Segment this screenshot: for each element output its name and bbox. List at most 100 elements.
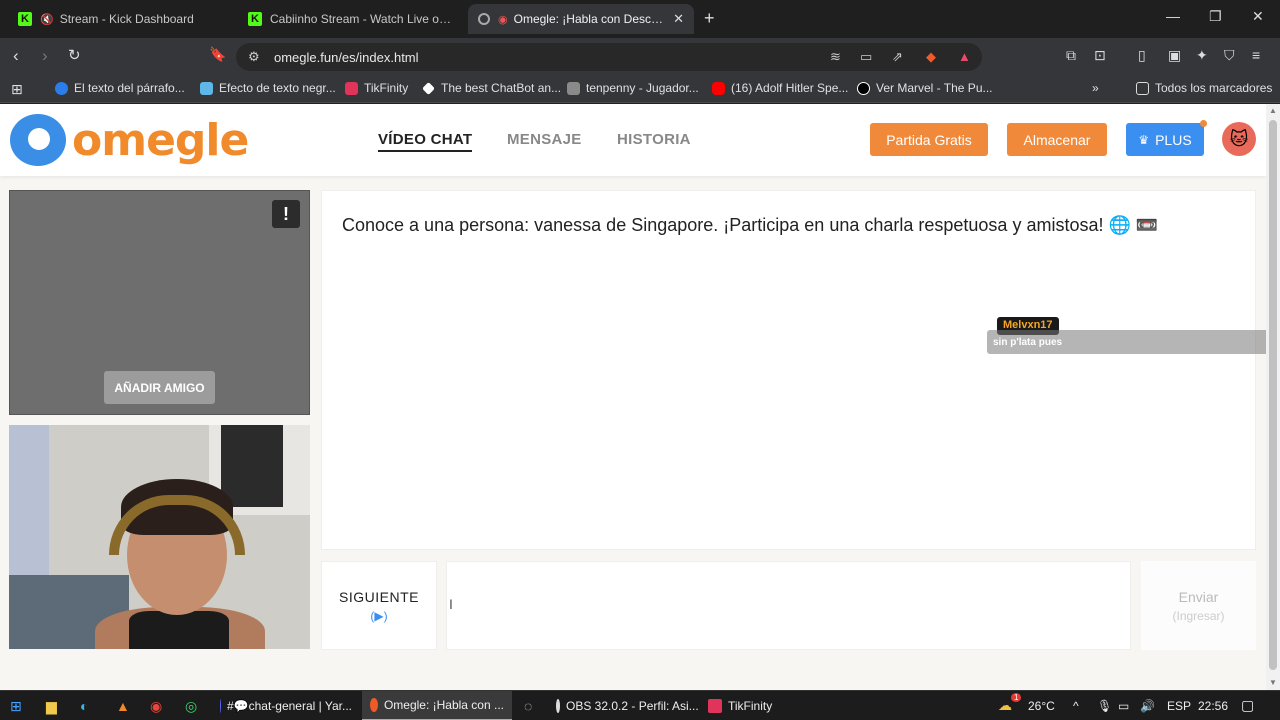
reload-icon[interactable]: ↻ (68, 46, 81, 64)
send-label: Enviar (1178, 588, 1219, 605)
taskbar-obs[interactable]: OBS 32.0.2 - Perfil: Asi... (548, 691, 699, 720)
weather-icon[interactable]: ☁ (998, 697, 1012, 714)
stream-chat-message: sin p'lata pues (987, 330, 1266, 354)
tab-kick-dashboard[interactable]: K 🔇 Stream - Kick Dashboard (8, 4, 230, 34)
chat-log: Conoce a una persona: vanessa de Singapo… (321, 190, 1256, 550)
input-language[interactable]: ESP (1167, 699, 1191, 713)
bookmarks-folder[interactable]: Todos los marcadores (1136, 81, 1272, 95)
plus-label: PLUS (1155, 131, 1192, 148)
vlc-icon[interactable]: ▲ (116, 698, 130, 714)
notifications-icon[interactable]: ▢ (1241, 697, 1254, 714)
minimize-icon[interactable]: — (1166, 8, 1180, 24)
leo-ai-icon[interactable]: ✦ (1196, 47, 1208, 64)
next-button[interactable]: SIGUIENTE (▶) (321, 561, 437, 650)
report-button[interactable]: ! (272, 200, 300, 228)
game-icon (567, 81, 580, 95)
tab-title: Omegle: ¡Habla con Desconocidos! (513, 12, 665, 26)
folder-icon (1136, 81, 1149, 95)
brave-icon (370, 698, 378, 712)
browser-toolbar: ‹ › ↻ 🔖 ⚙ omegle.fun/es/index.html ≋ ▭ ⇗… (0, 38, 1280, 75)
bookmark-item[interactable]: tenpenny - Jugador... (567, 81, 699, 95)
bookmark-item[interactable]: (16) Adolf Hitler Spe... (712, 81, 848, 95)
bookmark-item[interactable]: Ver Marvel - The Pu... (857, 81, 993, 95)
bookmarks-bar: ⊞ El texto del párrafo... Efecto de text… (0, 75, 1280, 103)
omegle-logo[interactable]: omegle (10, 114, 249, 166)
tab-kick-stream[interactable]: K Cabiinho Stream - Watch Live on Kick (238, 4, 464, 34)
app-icon[interactable]: ◌ (524, 698, 532, 714)
taskbar-tikfinity[interactable]: TikFinity (700, 691, 790, 720)
bookmark-item[interactable]: The best ChatBot an... (422, 81, 561, 95)
screenshot-icon[interactable]: ⊡ (1094, 47, 1106, 64)
share-icon[interactable]: ⇗ (892, 49, 903, 65)
tab-omegle[interactable]: ◉ Omegle: ¡Habla con Desconocidos! ✕ (468, 4, 694, 34)
chatbot-icon (422, 81, 435, 95)
site-settings-icon[interactable]: ⚙ (248, 49, 260, 65)
back-icon[interactable]: ‹ (13, 46, 19, 66)
user-avatar[interactable]: 🐱 (1222, 122, 1256, 156)
edge-taskbar-icon[interactable]: ◐ (80, 698, 88, 714)
url-text: omegle.fun/es/index.html (274, 50, 419, 65)
more-bookmarks-icon[interactable]: » (1092, 81, 1099, 95)
add-friend-button[interactable]: AÑADIR AMIGO (104, 371, 215, 404)
scroll-down-icon[interactable]: ▼ (1269, 678, 1277, 687)
free-match-button[interactable]: Partida Gratis (870, 123, 988, 156)
brave-shields-icon[interactable]: ◆ (926, 49, 936, 65)
tray-chevron-icon[interactable]: ^ (1073, 699, 1079, 713)
forward-icon[interactable]: › (42, 46, 48, 66)
menu-icon[interactable]: ≡ (1252, 47, 1260, 63)
clock[interactable]: 22:56 (1198, 699, 1228, 713)
apps-grid-icon[interactable]: ⊞ (11, 81, 23, 98)
store-button[interactable]: Almacenar (1007, 123, 1107, 156)
self-video (9, 425, 310, 649)
plus-button[interactable]: ♛ PLUS (1126, 123, 1204, 156)
speaker-grille (221, 425, 283, 507)
nav-video-chat[interactable]: VÍDEO CHAT (378, 131, 473, 152)
scroll-thumb[interactable] (1269, 120, 1277, 670)
close-tab-icon[interactable]: ✕ (673, 11, 684, 27)
nav-mensaje[interactable]: MENSAJE (507, 131, 582, 148)
message-input[interactable]: I (446, 561, 1131, 650)
chrome-icon[interactable]: ◉ (150, 698, 162, 715)
send-shortcut: (Ingresar) (1172, 608, 1225, 623)
weather-temp[interactable]: 26°C (1028, 699, 1055, 713)
logo-text: omegle (72, 114, 249, 166)
whatsapp-icon[interactable]: ◎ (185, 698, 197, 715)
site-header: omegle VÍDEO CHAT MENSAJE HISTORIA Parti… (0, 104, 1266, 176)
taskbar-brave[interactable]: Omegle: ¡Habla con ... (362, 691, 512, 720)
bookmark-item[interactable]: TikFinity (345, 81, 408, 95)
page-scrollbar[interactable]: ▲ ▼ (1266, 104, 1280, 690)
file-explorer-icon[interactable]: ▆ (46, 698, 57, 715)
close-window-icon[interactable]: ✕ (1252, 8, 1264, 25)
omegle-page: omegle VÍDEO CHAT MENSAJE HISTORIA Parti… (0, 104, 1266, 690)
scroll-up-icon[interactable]: ▲ (1269, 106, 1277, 115)
bookmark-item[interactable]: El texto del párrafo... (55, 81, 185, 95)
windows-taskbar: ⊞ ▆ ◐ ▲ ◉ ◎ #💬chat-general | Yar... Omeg… (0, 690, 1280, 720)
text-cursor-icon: I (449, 596, 453, 612)
youtube-icon (712, 81, 725, 95)
sidebar-icon[interactable]: ▯ (1138, 47, 1146, 64)
marvel-icon (857, 81, 870, 95)
wallet-icon[interactable]: ▣ (1168, 47, 1181, 64)
windows-start-icon[interactable]: ⊞ (10, 698, 22, 715)
reader-mode-icon[interactable]: ≋ (830, 49, 841, 65)
tab-title: Stream - Kick Dashboard (59, 12, 194, 26)
restore-icon[interactable]: ❐ (1209, 8, 1222, 25)
new-tab-button[interactable]: + (704, 8, 715, 29)
network-icon[interactable]: ▭ (1118, 699, 1129, 713)
bookmark-item[interactable]: Efecto de texto negr... (200, 81, 336, 95)
bookmark-icon[interactable]: 🔖 (209, 46, 226, 63)
volume-icon[interactable]: 🔊 (1140, 699, 1155, 713)
microphone-icon[interactable]: 🎙 (1097, 699, 1112, 713)
tab-title: Cabiinho Stream - Watch Live on Kick (270, 12, 454, 26)
address-bar[interactable]: ⚙ omegle.fun/es/index.html ≋ ▭ ⇗ ◆ ▲ (236, 43, 982, 71)
nav-historia[interactable]: HISTORIA (617, 131, 691, 148)
send-button[interactable]: Enviar (Ingresar) (1141, 561, 1256, 650)
extensions-icon[interactable]: ⧉ (1066, 47, 1076, 64)
notification-dot (1200, 120, 1207, 127)
cast-icon[interactable]: ▭ (860, 49, 872, 65)
taskbar-discord[interactable]: #💬chat-general | Yar... (212, 691, 360, 720)
brave-rewards-icon[interactable]: ▲ (958, 49, 971, 64)
vpn-icon[interactable]: ⛉ (1224, 47, 1235, 64)
muted-speaker-icon[interactable]: 🔇 (40, 13, 54, 26)
obs-icon (556, 699, 560, 713)
